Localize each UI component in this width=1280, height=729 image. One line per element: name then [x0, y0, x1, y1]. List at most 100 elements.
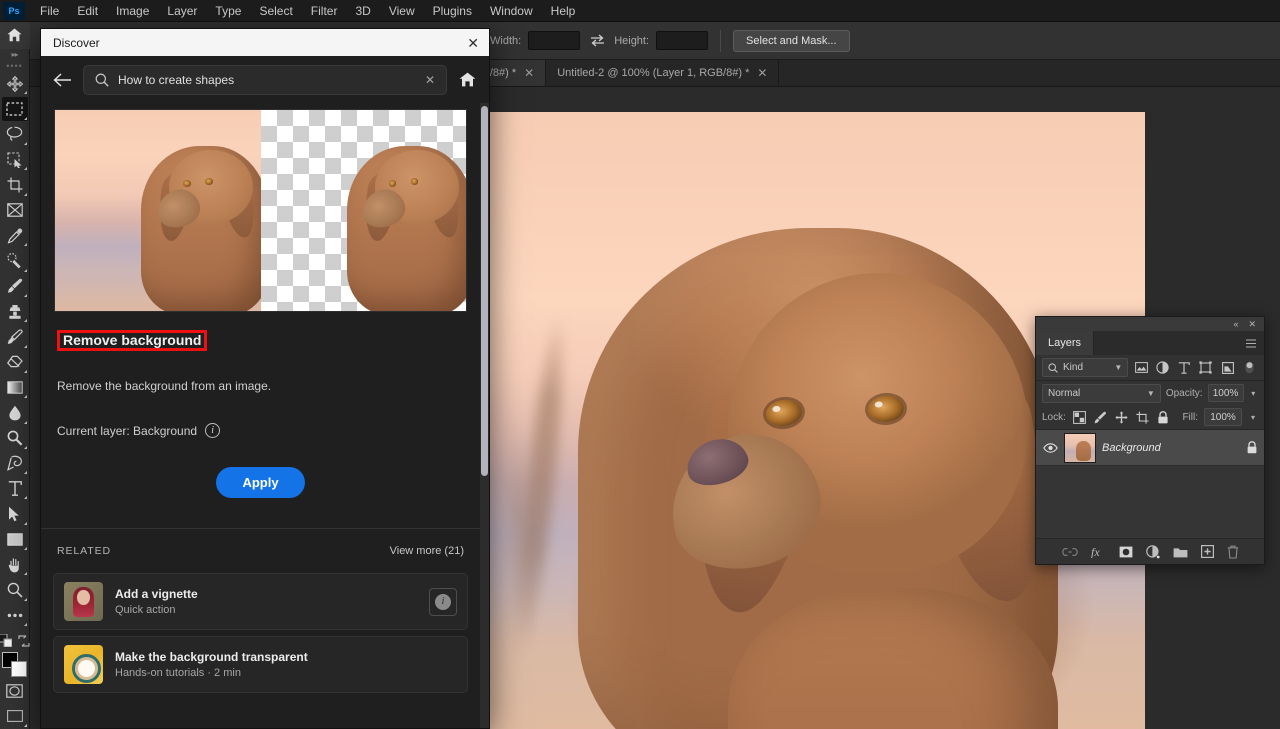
frame-tool[interactable] [2, 199, 28, 222]
filter-toggle-icon[interactable] [1240, 358, 1258, 377]
history-brush-tool[interactable] [2, 325, 28, 348]
menu-help[interactable]: Help [542, 1, 585, 21]
menu-edit[interactable]: Edit [68, 1, 107, 21]
info-icon[interactable]: i [205, 423, 220, 438]
related-item-vignette[interactable]: Add a vignette Quick action i [53, 573, 468, 630]
lasso-tool[interactable] [2, 123, 28, 146]
background-color-swatch[interactable] [11, 661, 27, 677]
search-input-value[interactable]: How to create shapes [118, 73, 416, 87]
object-selection-tool[interactable] [2, 148, 28, 171]
eraser-tool[interactable] [2, 351, 28, 374]
brush-tool[interactable] [2, 275, 28, 298]
lock-transparent-pixels-icon[interactable] [1072, 410, 1087, 425]
lock-icon[interactable] [1246, 441, 1258, 454]
clone-stamp-tool[interactable] [2, 300, 28, 323]
menu-view[interactable]: View [380, 1, 424, 21]
related-item-transparent-background[interactable]: Make the background transparent Hands-on… [53, 636, 468, 693]
home-icon[interactable] [457, 72, 477, 87]
blur-tool[interactable] [2, 401, 28, 424]
chevron-down-icon[interactable]: ▼ [1114, 363, 1122, 372]
adjustment-layer-filter-icon[interactable] [1154, 358, 1172, 377]
menu-window[interactable]: Window [481, 1, 542, 21]
menu-select[interactable]: Select [250, 1, 301, 21]
menu-image[interactable]: Image [107, 1, 158, 21]
menu-file[interactable]: File [31, 1, 68, 21]
layer-style-fx-icon[interactable]: fx [1091, 545, 1106, 558]
document-tab-2[interactable]: Untitled-2 @ 100% (Layer 1, RGB/8#) * ✕ [546, 60, 779, 86]
home-icon[interactable] [0, 22, 30, 49]
pixel-layer-filter-icon[interactable] [1132, 358, 1150, 377]
panel-menu-icon[interactable] [1246, 331, 1264, 355]
pen-tool[interactable] [2, 452, 28, 475]
menu-plugins[interactable]: Plugins [424, 1, 481, 21]
vertical-scrollbar[interactable] [480, 103, 489, 728]
horizontal-type-tool[interactable] [2, 477, 28, 500]
delete-layer-icon[interactable] [1227, 545, 1239, 559]
zoom-tool[interactable] [2, 578, 28, 601]
chevron-down-icon[interactable]: ▼ [1147, 389, 1155, 398]
gradient-tool[interactable] [2, 376, 28, 399]
stepper-icon[interactable]: ▾ [1249, 389, 1258, 398]
new-adjustment-layer-icon[interactable] [1146, 545, 1160, 559]
lock-artboard-icon[interactable] [1135, 410, 1150, 425]
close-icon[interactable]: ✕ [1248, 319, 1256, 330]
stepper-icon[interactable]: ▾ [1248, 413, 1258, 422]
add-layer-mask-icon[interactable] [1119, 546, 1133, 558]
layers-list[interactable]: Background [1036, 429, 1264, 538]
menu-filter[interactable]: Filter [302, 1, 347, 21]
eye-icon[interactable] [1042, 443, 1058, 453]
width-input[interactable] [528, 31, 580, 50]
rectangular-marquee-tool[interactable] [2, 97, 28, 120]
apply-button[interactable]: Apply [216, 467, 304, 498]
view-more-link[interactable]: View more (21) [390, 545, 464, 557]
close-icon[interactable]: ✕ [757, 67, 767, 79]
swap-colors-icon[interactable] [18, 635, 30, 647]
smart-object-filter-icon[interactable] [1219, 358, 1237, 377]
menu-type[interactable]: Type [206, 1, 250, 21]
quick-mask-icon[interactable] [2, 679, 28, 702]
default-colors-icon[interactable] [0, 634, 12, 647]
menu-layer[interactable]: Layer [158, 1, 206, 21]
opacity-input[interactable]: 100% [1208, 384, 1244, 402]
eyedropper-tool[interactable] [2, 224, 28, 247]
table-row[interactable]: Background [1036, 430, 1264, 466]
link-layers-icon[interactable] [1062, 547, 1078, 557]
layer-name[interactable]: Background [1102, 442, 1240, 454]
path-selection-tool[interactable] [2, 502, 28, 525]
select-and-mask-button[interactable]: Select and Mask... [733, 30, 850, 52]
menu-3d[interactable]: 3D [346, 1, 379, 21]
spot-healing-brush-tool[interactable] [2, 249, 28, 272]
color-swatches[interactable] [2, 652, 28, 675]
collapse-icon[interactable]: « [1233, 319, 1238, 329]
search-input[interactable]: How to create shapes ✕ [83, 65, 447, 95]
lock-all-icon[interactable] [1156, 410, 1171, 425]
preview-dog-eye-left [183, 180, 191, 187]
type-layer-filter-icon[interactable] [1175, 358, 1193, 377]
tab-layers[interactable]: Layers [1036, 331, 1094, 355]
scrollbar-thumb[interactable] [481, 106, 488, 476]
height-input[interactable] [656, 31, 708, 50]
dodge-tool[interactable] [2, 427, 28, 450]
rectangle-tool[interactable] [2, 528, 28, 551]
layer-kind-filter[interactable]: Kind ▼ [1042, 358, 1128, 377]
clear-icon[interactable]: ✕ [425, 73, 435, 87]
close-icon[interactable]: ✕ [467, 36, 479, 50]
shape-layer-filter-icon[interactable] [1197, 358, 1215, 377]
blend-mode-select[interactable]: Normal ▼ [1042, 384, 1161, 403]
lock-image-pixels-icon[interactable] [1093, 410, 1108, 425]
close-icon[interactable]: ✕ [524, 67, 534, 79]
swap-dimensions-icon[interactable] [587, 31, 607, 51]
fill-input[interactable]: 100% [1204, 408, 1242, 426]
info-button[interactable]: i [429, 588, 457, 616]
edit-toolbar-icon[interactable] [2, 604, 28, 627]
new-group-icon[interactable] [1173, 546, 1188, 558]
new-layer-icon[interactable] [1201, 545, 1214, 558]
screen-mode-icon[interactable] [2, 705, 28, 728]
tools-drag-handle[interactable]: •••• [6, 61, 23, 71]
crop-tool[interactable] [2, 173, 28, 196]
move-tool[interactable] [2, 72, 28, 95]
panel-grip-icon[interactable]: ▸▸ [11, 49, 17, 61]
hand-tool[interactable] [2, 553, 28, 576]
back-arrow-icon[interactable] [53, 73, 73, 87]
lock-position-icon[interactable] [1114, 410, 1129, 425]
